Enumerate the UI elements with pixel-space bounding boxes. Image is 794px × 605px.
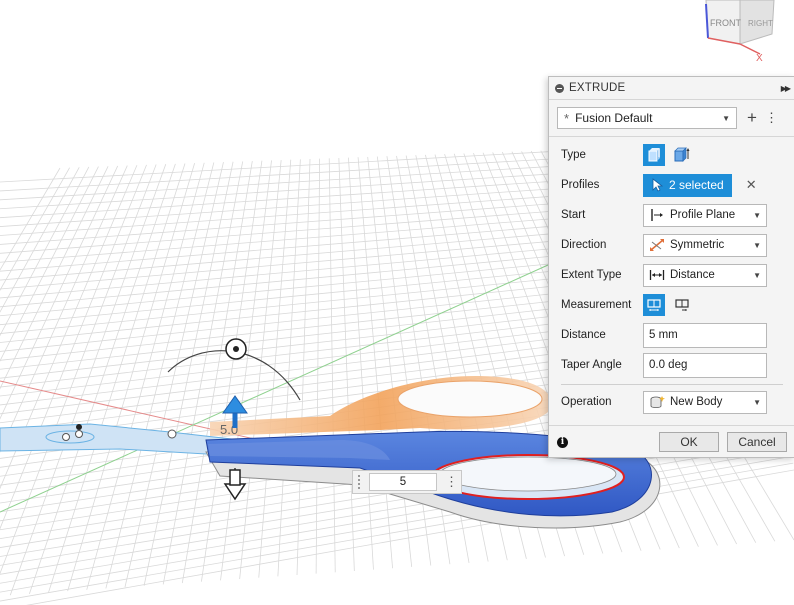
preset-row: * Fusion Default ▼ + ⋮ xyxy=(549,100,794,137)
ok-button[interactable]: OK xyxy=(659,432,719,452)
extent-type-dropdown[interactable]: Distance ▼ xyxy=(643,263,767,287)
dialog-header: EXTRUDE ▶▶ xyxy=(549,77,794,100)
measurement-label: Measurement xyxy=(561,299,632,311)
info-icon[interactable]: i xyxy=(557,436,568,448)
cursor-arrow-icon xyxy=(652,178,663,192)
distance-row: Distance 5 mm xyxy=(549,320,794,350)
collapse-icon[interactable] xyxy=(555,83,564,93)
viewcube[interactable]: FRONT RIGHT X xyxy=(700,0,780,62)
symmetric-icon xyxy=(649,238,665,252)
profiles-selected-count: 2 selected xyxy=(669,178,724,192)
extent-type-label: Extent Type xyxy=(561,269,622,281)
preset-label: Fusion Default xyxy=(575,111,653,125)
new-body-icon xyxy=(649,395,665,409)
whole-length-icon xyxy=(675,299,689,311)
extent-type-row: Extent Type Distance ▼ xyxy=(549,260,794,290)
profiles-label: Profiles xyxy=(561,179,600,191)
chevron-down-icon: ▼ xyxy=(753,397,761,407)
direction-value: Symmetric xyxy=(670,239,725,251)
ring-hole xyxy=(439,456,617,492)
start-value: Profile Plane xyxy=(670,209,736,221)
taper-angle-field[interactable]: 0.0 deg xyxy=(643,352,767,378)
divider xyxy=(561,384,783,385)
direction-row: Direction Symmetric ▼ xyxy=(549,230,794,260)
direction-dropdown[interactable]: Symmetric ▼ xyxy=(643,233,767,257)
half-length-icon xyxy=(647,299,661,311)
viewcube-front-label[interactable]: FRONT xyxy=(710,18,741,28)
extent-type-value: Distance xyxy=(670,269,715,281)
extrude-solid-icon xyxy=(648,148,660,162)
type-thin-button[interactable] xyxy=(671,144,693,166)
viewcube-right-label[interactable]: RIGHT xyxy=(748,19,773,28)
start-dropdown[interactable]: Profile Plane ▼ xyxy=(643,203,767,227)
start-row: Start Profile Plane ▼ xyxy=(549,200,794,230)
distance-field[interactable]: 5 mm xyxy=(643,322,767,348)
chevron-down-icon: ▼ xyxy=(753,240,761,250)
distance-value-input[interactable]: 5 xyxy=(369,473,437,491)
drag-grip-icon[interactable] xyxy=(353,471,365,493)
operation-dropdown[interactable]: New Body ▼ xyxy=(643,390,767,414)
distance-label: Distance xyxy=(561,329,606,341)
clear-selection-icon[interactable]: ✕ xyxy=(746,177,757,193)
profiles-row: Profiles 2 selected ✕ xyxy=(549,170,794,200)
sketch-point[interactable] xyxy=(75,430,83,438)
distance-icon xyxy=(649,268,665,282)
star-icon: * xyxy=(564,110,570,126)
type-one-side-button[interactable] xyxy=(643,144,665,166)
cancel-button[interactable]: Cancel xyxy=(727,432,787,452)
type-row: Type xyxy=(549,140,794,170)
preset-dropdown[interactable]: * Fusion Default ▼ xyxy=(557,107,737,129)
sketch-point[interactable] xyxy=(167,429,177,439)
expand-arrows-icon[interactable]: ▶▶ xyxy=(781,84,791,93)
profiles-selection-button[interactable]: 2 selected xyxy=(643,173,732,197)
profile-plane-icon xyxy=(649,208,665,222)
direction-label: Direction xyxy=(561,239,607,251)
operation-row: Operation New Body ▼ xyxy=(549,387,794,417)
dialog-title: EXTRUDE xyxy=(569,82,626,94)
add-preset-button[interactable]: + xyxy=(745,108,759,128)
more-options-icon[interactable]: ⋮ xyxy=(445,475,458,488)
distance-manipulator-input[interactable]: 5 ⋮ xyxy=(352,470,462,494)
chevron-down-icon: ▼ xyxy=(753,270,761,280)
operation-value: New Body xyxy=(670,396,723,408)
chevron-down-icon: ▼ xyxy=(753,210,761,220)
dialog-footer: i OK Cancel xyxy=(549,425,794,458)
viewcube-x-axis-label: X xyxy=(756,53,763,62)
taper-handle-dot xyxy=(233,346,239,352)
taper-angle-row: Taper Angle 0.0 deg xyxy=(549,350,794,380)
type-label: Type xyxy=(561,149,586,161)
preset-menu-icon[interactable]: ⋮ xyxy=(765,111,778,124)
operation-label: Operation xyxy=(561,396,612,408)
extrude-thin-icon xyxy=(674,147,690,162)
chevron-down-icon: ▼ xyxy=(722,113,730,123)
extrude-dialog: EXTRUDE ▶▶ * Fusion Default ▼ + ⋮ Type P… xyxy=(548,76,794,458)
measurement-symmetric-button[interactable] xyxy=(643,294,665,316)
sketch-point[interactable] xyxy=(76,424,82,430)
sketch-point[interactable] xyxy=(62,433,70,441)
ring-hole-top xyxy=(397,380,543,418)
start-label: Start xyxy=(561,209,586,221)
taper-angle-label: Taper Angle xyxy=(561,359,622,371)
measurement-whole-button[interactable] xyxy=(671,294,693,316)
measurement-row: Measurement xyxy=(549,290,794,320)
